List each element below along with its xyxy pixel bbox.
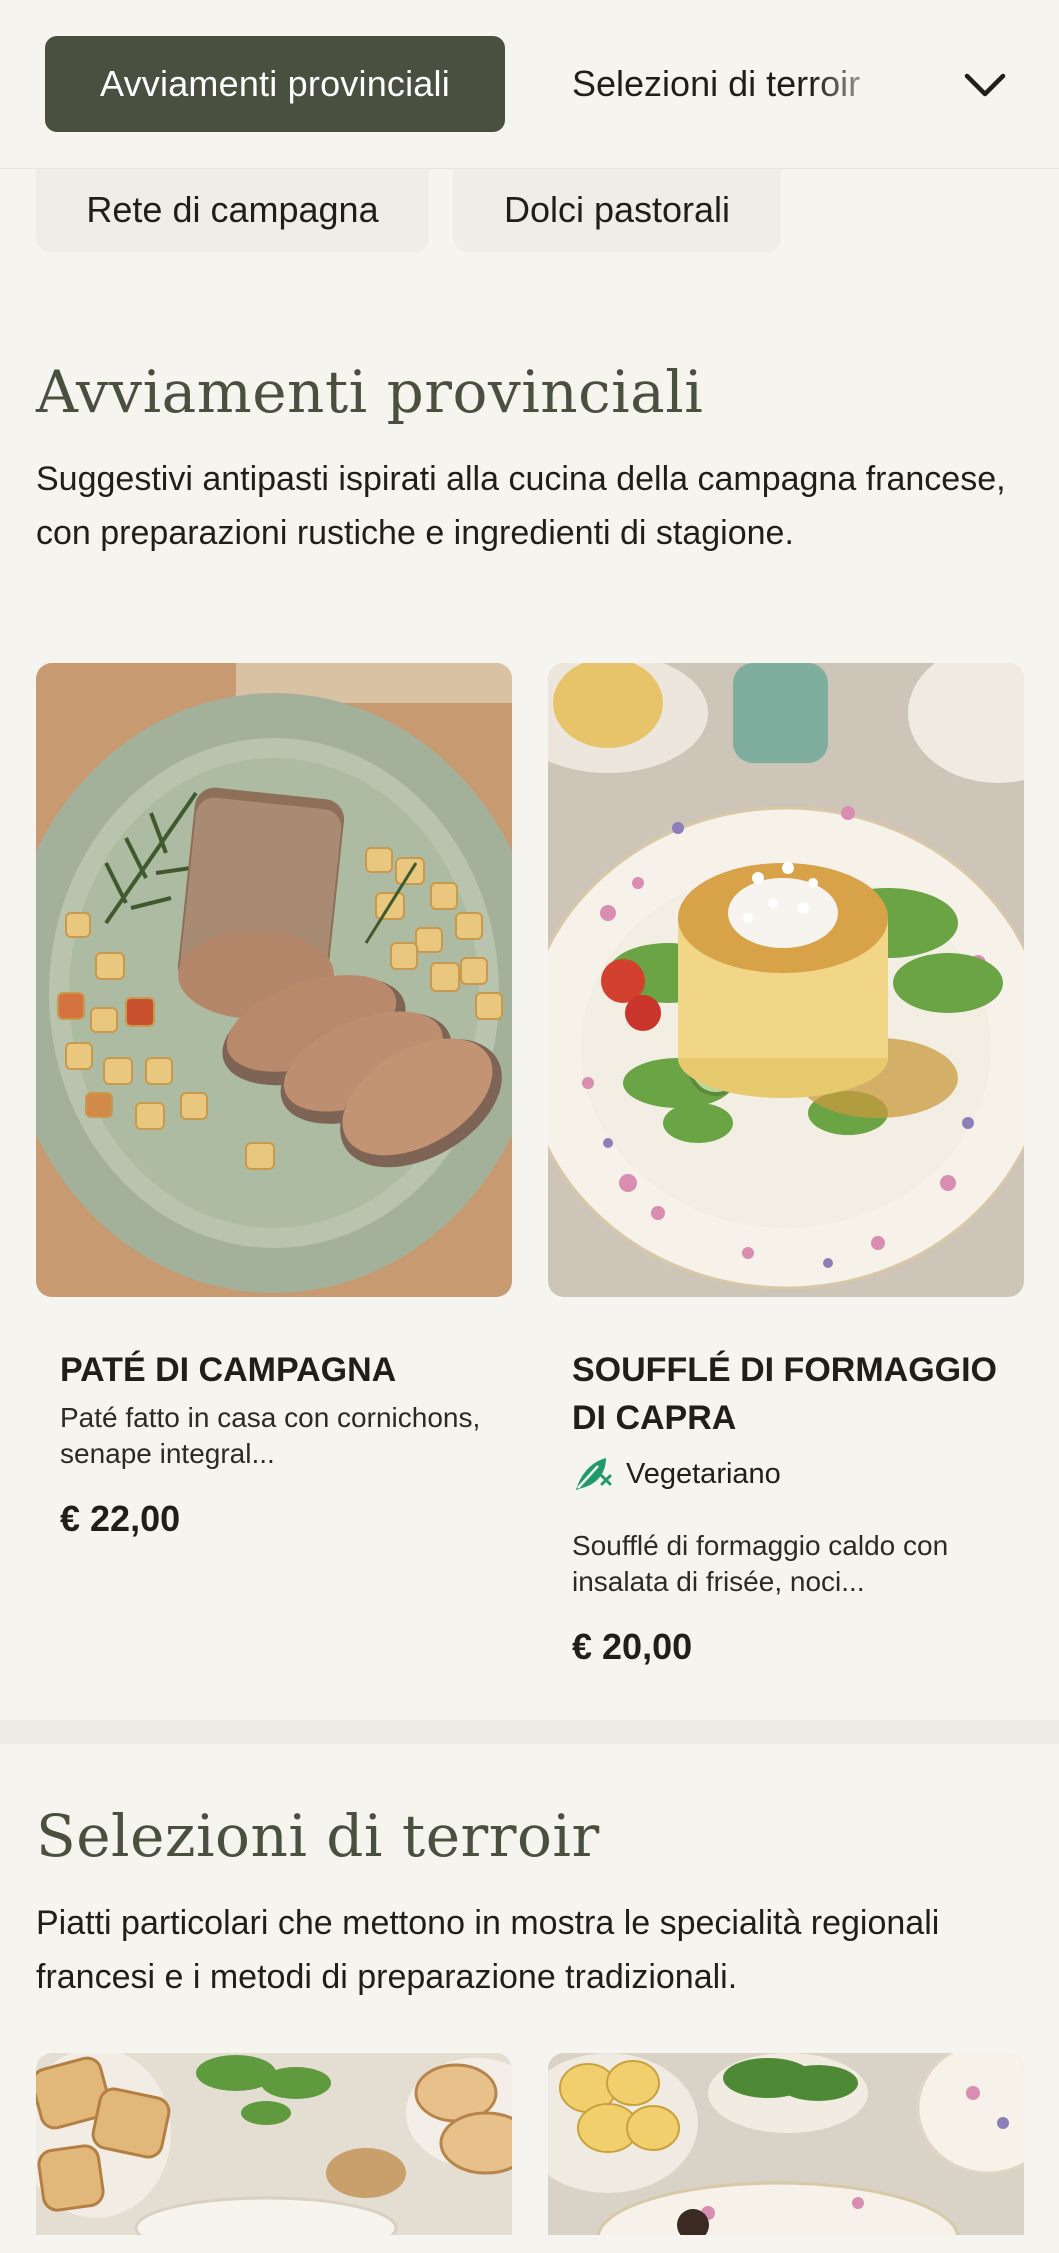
tab-selezioni-di-terroir[interactable]: Selezioni di terroir [572,36,902,132]
tab-label: Dolci pastorali [503,189,731,230]
category-nav: Avviamenti provinciali Selezioni di terr… [0,0,1059,169]
souffle-dish-image [548,663,1024,1297]
tab-avviamenti-provinciali[interactable]: Avviamenti provinciali [45,36,505,132]
menu-item-price: € 20,00 [572,1626,693,1667]
menu-item-name[interactable]: SOUFFLÉ DI FORMAGGIO DI CAPRA [572,1346,1012,1442]
pate-dish-image [36,663,512,1297]
tab-label: Selezioni di terroir [572,63,861,104]
potato-dish-image [548,2053,1024,2235]
chevron-down-icon[interactable] [960,60,1010,110]
menu-item-image-terroir-1[interactable] [36,2053,512,2253]
vegetarian-badge: Vegetariano [572,1454,781,1494]
menu-item-description: Paté fatto in casa con cornichons, senap… [60,1402,481,1469]
section-title: Selezioni di terroir [36,1802,600,1870]
menu-item-price: € 22,00 [60,1498,181,1539]
tab-label: Avviamenti provinciali [100,63,450,104]
section-title: Avviamenti provinciali [36,358,704,426]
vegetarian-leaf-icon [576,1458,612,1490]
section-description: Suggestivi antipasti ispirati alla cucin… [36,460,1006,552]
menu-item-image-pate[interactable] [36,663,512,1297]
tab-rete-di-campagna[interactable]: Rete di campagna [36,168,429,252]
menu-item-description: Soufflé di formaggio caldo con insalata … [572,1530,949,1597]
tab-label: Rete di campagna [86,189,379,230]
menu-item-name[interactable]: PATÉ DI CAMPAGNA [60,1346,500,1394]
badge-label: Vegetariano [626,1457,781,1490]
tab-dolci-pastorali[interactable]: Dolci pastorali [453,168,781,252]
bread-dish-image [36,2053,512,2235]
section-description: Piatti particolari che mettono in mostra… [36,1904,940,1996]
menu-item-image-souffle[interactable] [548,663,1024,1297]
section-divider [0,1720,1059,1744]
menu-item-image-terroir-2[interactable] [548,2053,1024,2253]
